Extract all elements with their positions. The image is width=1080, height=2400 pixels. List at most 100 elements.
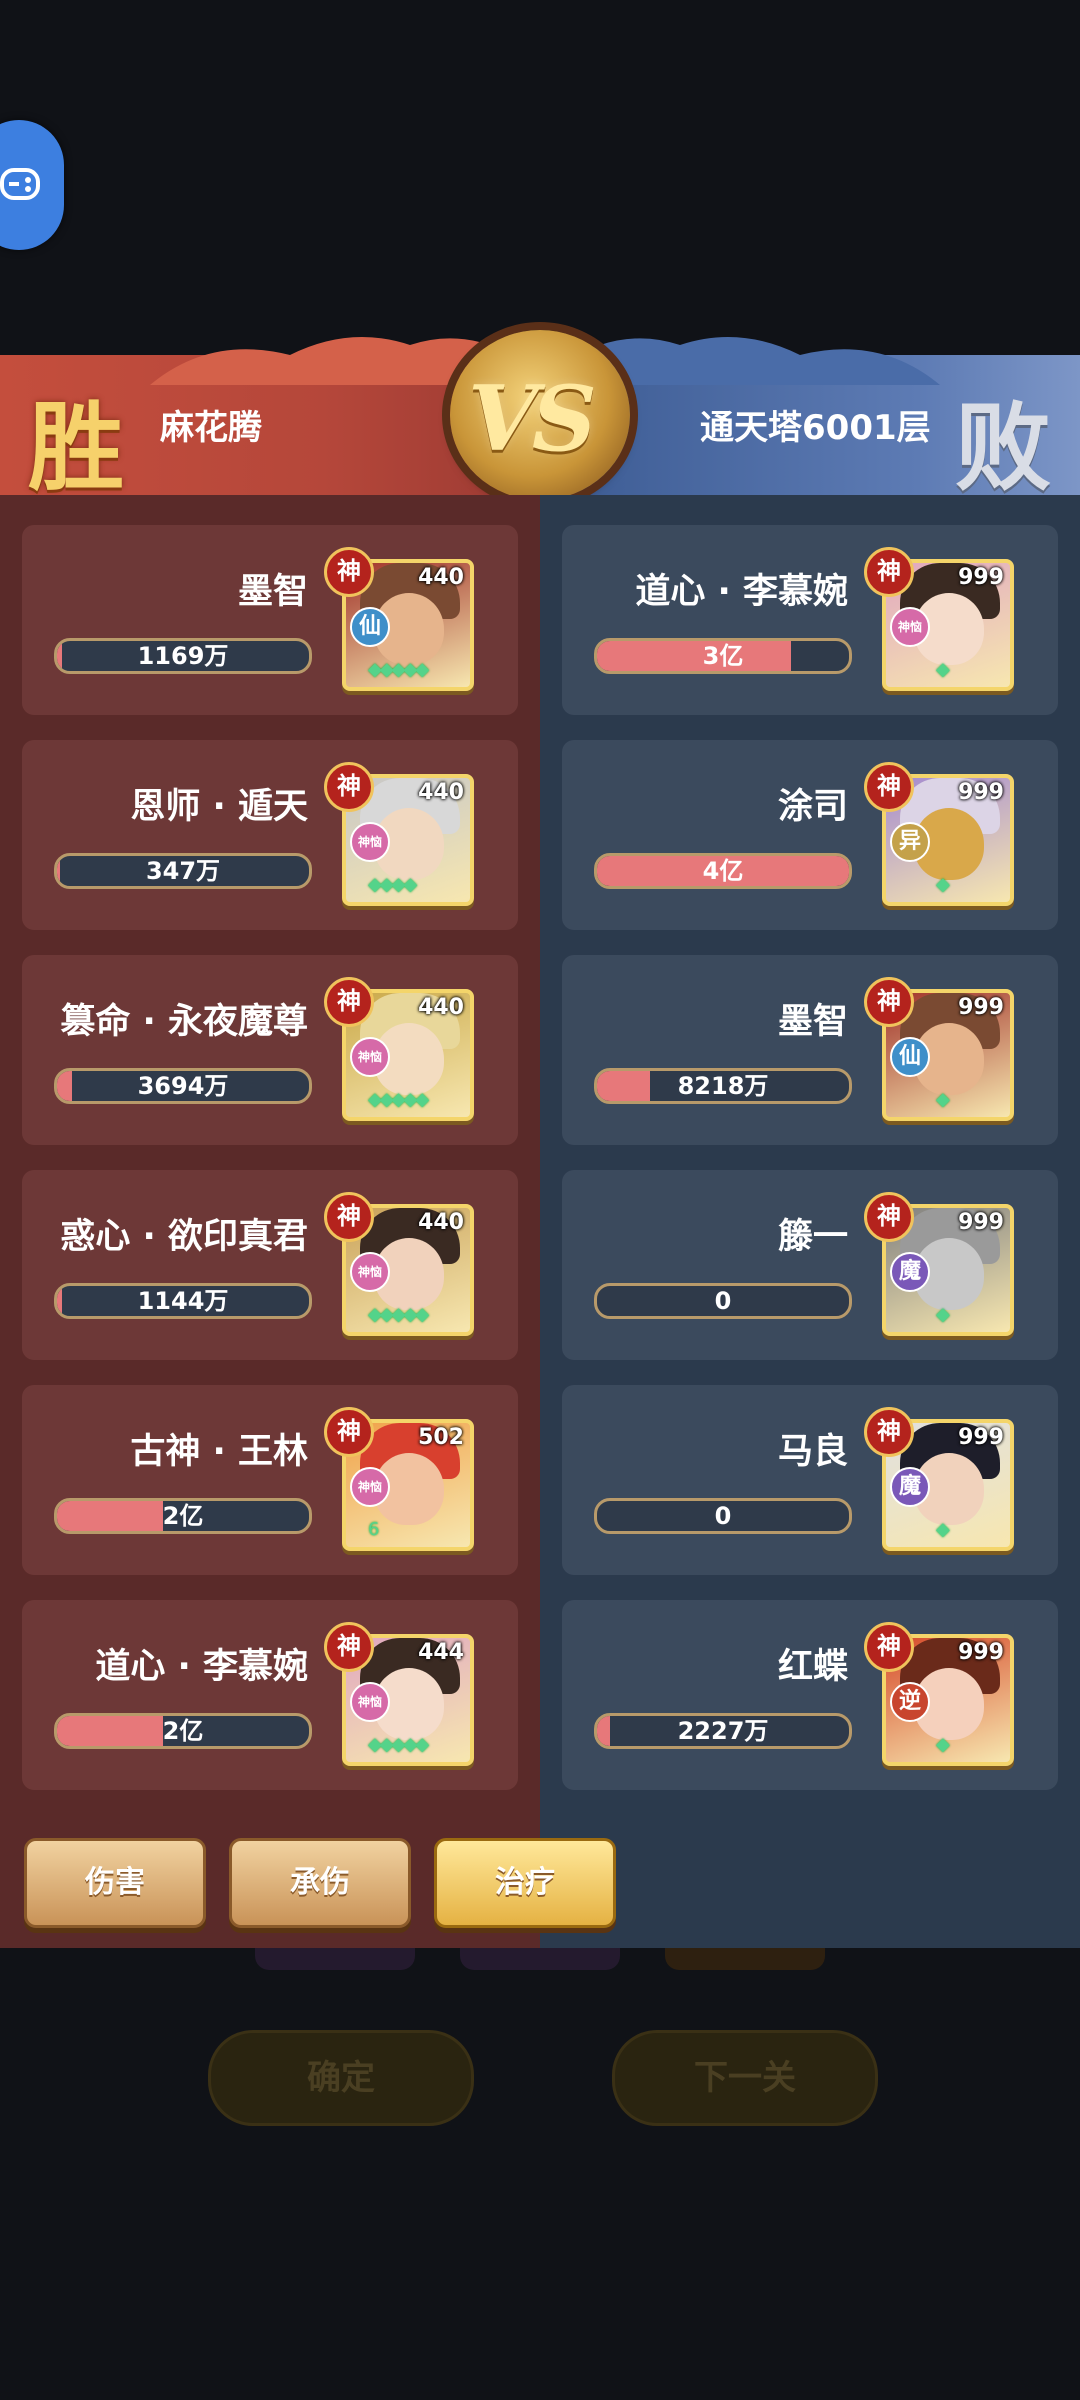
stat-bar: 0 xyxy=(594,1283,852,1319)
vs-text: VS xyxy=(468,366,597,472)
stat-bar: 2227万 xyxy=(594,1713,852,1749)
rank-badge: 神 xyxy=(864,547,914,597)
stat-value: 1169万 xyxy=(137,642,229,670)
faction-badge: 神恼 xyxy=(350,822,390,862)
faction-badge: 神恼 xyxy=(350,1252,390,1292)
star-rating: ◆◆◆◆◆ xyxy=(368,1734,429,1755)
faction-badge: 逆 xyxy=(890,1682,930,1722)
hero-level: 502 xyxy=(418,1425,464,1450)
hero-name: 惑心 · 欲印真君 xyxy=(60,1217,308,1257)
right-hero-card[interactable]: 籐一 0 ◆ 999 魔神 xyxy=(562,1170,1058,1360)
stat-value: 0 xyxy=(714,1502,732,1530)
rank-badge: 神 xyxy=(864,1407,914,1457)
star-rating: ◆◆◆◆ xyxy=(368,874,417,895)
stat-bar: 0 xyxy=(594,1498,852,1534)
hero-level: 999 xyxy=(958,995,1004,1020)
right-hero-card[interactable]: 涂司 4亿 ◆ 999 异神 xyxy=(562,740,1058,930)
faction-badge: 神恼 xyxy=(890,607,930,647)
rank-badge: 神 xyxy=(324,1622,374,1672)
star-rating: ◆ xyxy=(936,1089,950,1110)
rank-badge: 神 xyxy=(864,977,914,1027)
rank-badge: 神 xyxy=(864,762,914,812)
win-label: 胜 xyxy=(28,391,124,504)
left-hero-card[interactable]: 古神 · 王林 2亿 6 502 神恼 神 xyxy=(22,1385,518,1575)
tab-damage[interactable]: 伤害 xyxy=(24,1838,206,1928)
stat-bar: 2亿 xyxy=(54,1498,312,1534)
star-rating: ◆ xyxy=(936,1734,950,1755)
right-team-panel: 道心 · 李慕婉 3亿 ◆ 999 神恼神涂司 4亿 ◆ 999 异神墨智 8218万 ◆ 999 仙神… xyxy=(540,495,1080,1948)
stat-value: 347万 xyxy=(145,857,221,885)
hero-level: 440 xyxy=(418,565,464,590)
background-stub xyxy=(665,1948,825,1970)
rank-badge: 神 xyxy=(864,1192,914,1242)
rank-badge: 神 xyxy=(324,1192,374,1242)
faction-badge: 魔 xyxy=(890,1467,930,1507)
star-rating: ◆◆◆◆◆ xyxy=(368,659,429,680)
hero-level: 999 xyxy=(958,1640,1004,1665)
gamepad-icon xyxy=(0,168,40,200)
rank-badge: 神 xyxy=(324,977,374,1027)
stat-value: 2227万 xyxy=(677,1717,769,1745)
hero-name: 古神 · 王林 xyxy=(130,1432,308,1472)
background-stub xyxy=(255,1948,415,1970)
left-hero-card[interactable]: 恩师 · 遁天 347万 ◆◆◆◆ 440 神恼 神 xyxy=(22,740,518,930)
right-hero-card[interactable]: 红蝶 2227万 ◆ 999 逆神 xyxy=(562,1600,1058,1790)
star-rating: ◆◆◆◆◆ xyxy=(368,1304,429,1325)
hero-name: 红蝶 xyxy=(777,1647,848,1687)
confirm-button[interactable]: 确定 xyxy=(208,2030,474,2126)
left-hero-card[interactable]: 墨智 1169万 ◆◆◆◆◆ 440 仙神 xyxy=(22,525,518,715)
stat-bar: 3694万 xyxy=(54,1068,312,1104)
background-stub xyxy=(460,1948,620,1970)
hero-level: 440 xyxy=(418,995,464,1020)
rank-badge: 神 xyxy=(324,1407,374,1457)
hero-level: 999 xyxy=(958,780,1004,805)
hero-level: 999 xyxy=(958,1425,1004,1450)
star-rating: ◆ xyxy=(936,1519,950,1540)
faction-badge: 仙 xyxy=(350,607,390,647)
hero-name: 道心 · 李慕婉 xyxy=(95,1647,308,1687)
left-hero-card[interactable]: 篡命 · 永夜魔尊 3694万 ◆◆◆◆◆ 440 神恼 神 xyxy=(22,955,518,1145)
hero-name: 篡命 · 永夜魔尊 xyxy=(60,1002,308,1042)
right-hero-card[interactable]: 马良 0 ◆ 999 魔神 xyxy=(562,1385,1058,1575)
star-rating: ◆ xyxy=(936,1304,950,1325)
stat-value: 0 xyxy=(714,1287,732,1315)
hero-level: 440 xyxy=(418,1210,464,1235)
tab-damage-taken[interactable]: 承伤 xyxy=(229,1838,411,1928)
star-rating: 6 xyxy=(368,1519,380,1540)
right-hero-card[interactable]: 墨智 8218万 ◆ 999 仙神 xyxy=(562,955,1058,1145)
hero-level: 999 xyxy=(958,1210,1004,1235)
hero-level: 444 xyxy=(418,1640,464,1665)
right-hero-card[interactable]: 道心 · 李慕婉 3亿 ◆ 999 神恼 神 xyxy=(562,525,1058,715)
stat-bar: 4亿 xyxy=(594,853,852,889)
stat-bar: 2亿 xyxy=(54,1713,312,1749)
faction-badge: 神恼 xyxy=(350,1037,390,1077)
stat-value: 1144万 xyxy=(137,1287,229,1315)
stat-value: 3694万 xyxy=(137,1072,229,1100)
next-level-button[interactable]: 下一关 xyxy=(612,2030,878,2126)
left-hero-card[interactable]: 惑心 · 欲印真君 1144万 ◆◆◆◆◆ 440 神恼 神 xyxy=(22,1170,518,1360)
hero-name: 马良 xyxy=(777,1432,848,1472)
enemy-name: 通天塔6001层 xyxy=(700,408,931,448)
hero-name: 涂司 xyxy=(777,787,848,827)
lose-label: 败 xyxy=(955,391,1051,504)
faction-badge: 异 xyxy=(890,822,930,862)
faction-badge: 神恼 xyxy=(350,1467,390,1507)
left-hero-card[interactable]: 道心 · 李慕婉 2亿 ◆◆◆◆◆ 444 神恼 神 xyxy=(22,1600,518,1790)
stat-bar: 1169万 xyxy=(54,638,312,674)
hero-level: 440 xyxy=(418,780,464,805)
stat-value: 8218万 xyxy=(677,1072,769,1100)
hero-name: 恩师 · 遁天 xyxy=(130,787,308,827)
stat-bar: 8218万 xyxy=(594,1068,852,1104)
rank-badge: 神 xyxy=(324,762,374,812)
tab-healing[interactable]: 治疗 xyxy=(434,1838,616,1928)
hero-level: 999 xyxy=(958,565,1004,590)
stat-bar: 1144万 xyxy=(54,1283,312,1319)
stat-value: 3亿 xyxy=(702,642,744,670)
star-rating: ◆◆◆◆◆ xyxy=(368,1089,429,1110)
player-name: 麻花腾 xyxy=(160,408,262,448)
gamepad-float-button[interactable] xyxy=(0,120,64,250)
left-team-panel: 墨智 1169万 ◆◆◆◆◆ 440 仙神恩师 · 遁天 347万 ◆◆◆◆ 440 神恼神篡命… xyxy=(0,495,540,1948)
star-rating: ◆ xyxy=(936,659,950,680)
stat-value: 2亿 xyxy=(162,1502,204,1530)
stat-bar: 347万 xyxy=(54,853,312,889)
